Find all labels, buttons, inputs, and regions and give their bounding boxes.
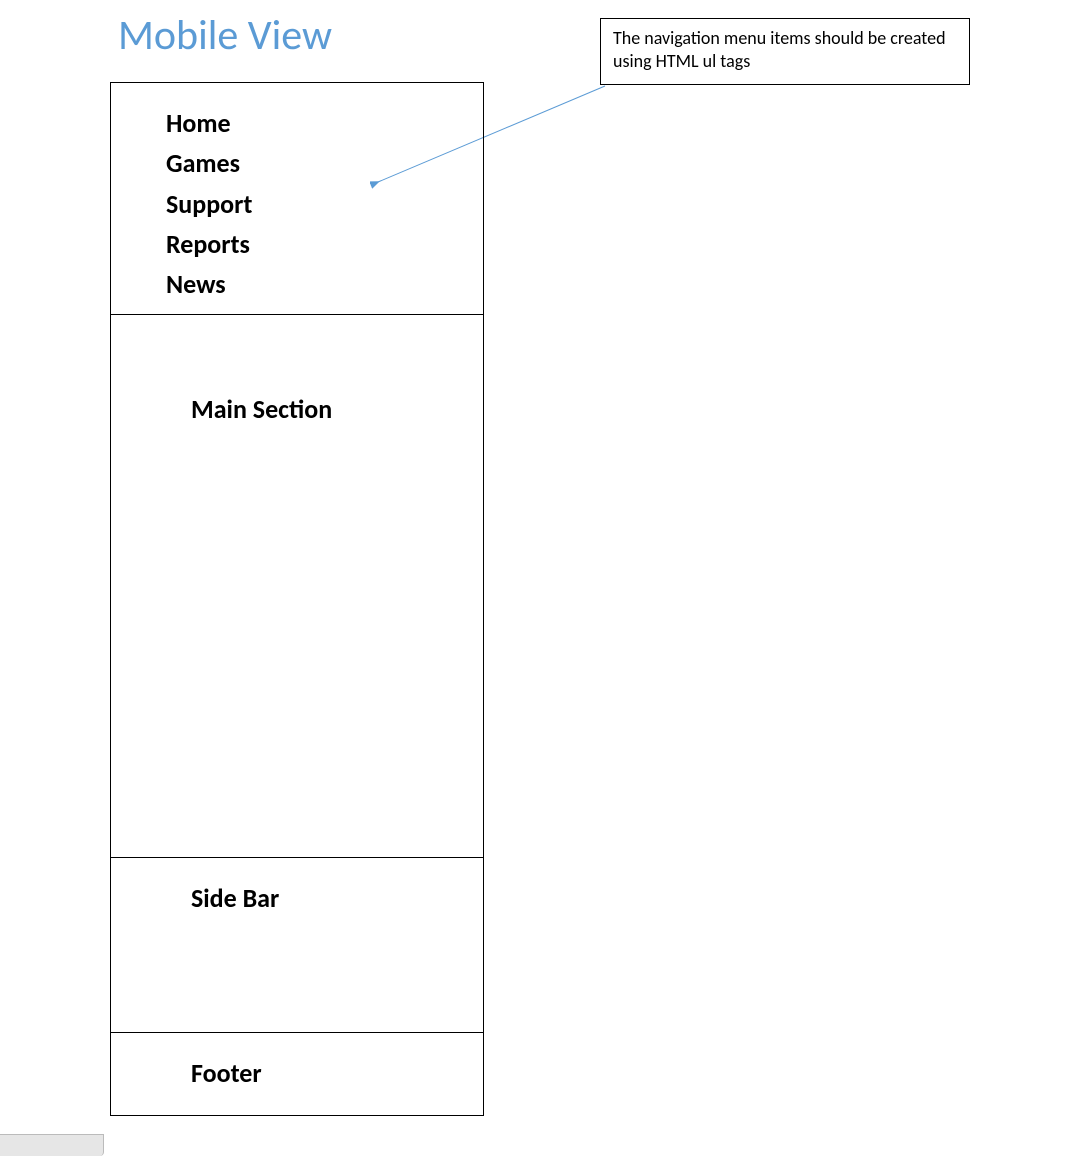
nav-item-reports[interactable]: Reports bbox=[166, 224, 483, 264]
main-section-label: Main Section bbox=[191, 393, 332, 425]
sidebar-label: Side Bar bbox=[191, 882, 279, 914]
nav-section: Home Games Support Reports News bbox=[111, 83, 483, 315]
mobile-wireframe: Home Games Support Reports News Main Sec… bbox=[110, 82, 484, 1116]
nav-item-games[interactable]: Games bbox=[166, 143, 483, 183]
sheet-tab bbox=[0, 1134, 104, 1156]
nav-item-support[interactable]: Support bbox=[166, 184, 483, 224]
nav-list: Home Games Support Reports News bbox=[166, 103, 483, 304]
page-title: Mobile View bbox=[118, 10, 332, 61]
footer-label: Footer bbox=[191, 1057, 262, 1089]
footer-section: Footer bbox=[111, 1033, 483, 1115]
main-section: Main Section bbox=[111, 315, 483, 858]
nav-item-home[interactable]: Home bbox=[166, 103, 483, 143]
nav-item-news[interactable]: News bbox=[166, 264, 483, 304]
sidebar-section: Side Bar bbox=[111, 858, 483, 1033]
annotation-note: The navigation menu items should be crea… bbox=[600, 18, 970, 85]
